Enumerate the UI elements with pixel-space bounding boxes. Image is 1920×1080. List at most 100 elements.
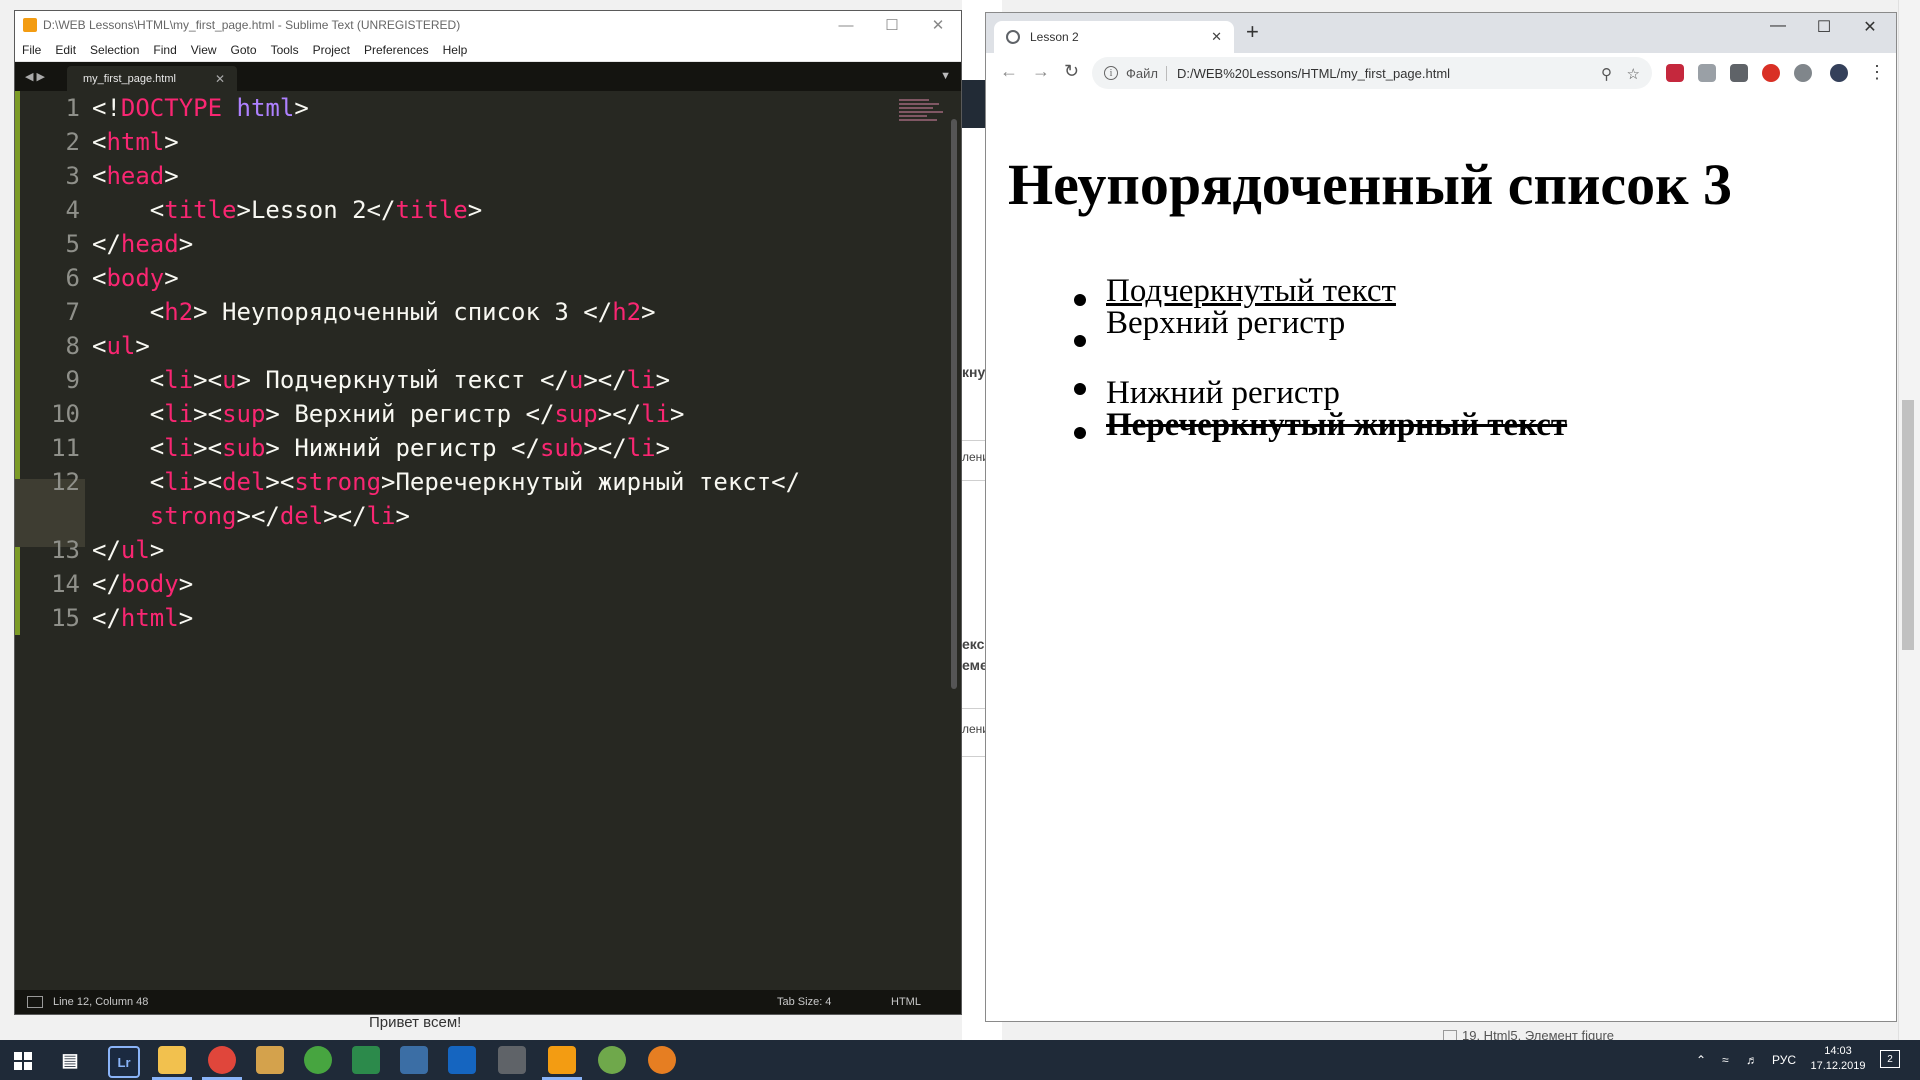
list-item-superscript: Верхний регистр xyxy=(1106,305,1346,341)
page-heading: Неупорядоченный список 3 xyxy=(1008,152,1733,217)
chrome-tabstrip: Lesson 2 ✕ + — ☐ ✕ xyxy=(986,13,1896,53)
status-tab-size[interactable]: Tab Size: 4 xyxy=(777,996,831,1008)
line-number: 6 xyxy=(65,264,80,292)
system-clock[interactable]: 14:03 17.12.2019 xyxy=(1808,1044,1868,1074)
bookmark-star-icon[interactable]: ☆ xyxy=(1627,65,1640,83)
browser-tab[interactable]: Lesson 2 ✕ xyxy=(994,21,1234,53)
menu-find[interactable]: Find xyxy=(146,43,183,57)
background-fragment: екс xyxy=(962,636,985,652)
tab-my-first-page[interactable]: my_first_page.html ✕ xyxy=(67,66,237,92)
extension-gear-icon[interactable] xyxy=(1794,64,1812,82)
status-cursor-position: Line 12, Column 48 xyxy=(53,996,149,1008)
sublime-titlebar[interactable]: D:\WEB Lessons\HTML\my_first_page.html -… xyxy=(15,11,961,39)
minimize-icon[interactable]: — xyxy=(1756,17,1800,35)
panel-toggle-icon[interactable] xyxy=(27,996,43,1008)
app-orange-icon[interactable] xyxy=(648,1046,676,1074)
sublime-tabbar: ◀▶ my_first_page.html ✕ ▼ xyxy=(15,62,961,92)
tab-dropdown-icon[interactable]: ▼ xyxy=(940,70,951,82)
list-bullet xyxy=(1074,294,1086,306)
excel-icon[interactable] xyxy=(352,1046,380,1074)
sublime-window: D:\WEB Lessons\HTML\my_first_page.html -… xyxy=(14,10,962,1015)
menu-help[interactable]: Help xyxy=(436,43,475,57)
editor-scrollbar[interactable] xyxy=(951,119,957,689)
profile-avatar[interactable] xyxy=(1830,64,1848,82)
menu-edit[interactable]: Edit xyxy=(48,43,83,57)
windows-start-icon[interactable] xyxy=(14,1052,32,1070)
menu-file[interactable]: File xyxy=(15,43,48,57)
sublime-text-icon[interactable] xyxy=(548,1046,576,1074)
menu-goto[interactable]: Goto xyxy=(224,43,264,57)
line-number: 7 xyxy=(65,298,80,326)
tab-close-icon[interactable]: ✕ xyxy=(1211,29,1222,45)
sublime-statusbar: Line 12, Column 48 Tab Size: 4 HTML xyxy=(15,990,961,1014)
list-bullet xyxy=(1074,383,1086,395)
list-item-strikethrough-bold: Перечеркнутый жирный текст xyxy=(1106,407,1568,443)
chrome-window: Lesson 2 ✕ + — ☐ ✕ ← → ↻ i Файл D:/WEB%2… xyxy=(985,12,1897,1022)
extension-pdf-icon[interactable] xyxy=(1698,64,1716,82)
app-icon[interactable] xyxy=(256,1046,284,1074)
gutter-modified-marker xyxy=(15,91,20,635)
minimize-icon[interactable]: — xyxy=(823,11,869,39)
line-number: 5 xyxy=(65,230,80,258)
code-editor[interactable]: 1 <!DOCTYPE html> 2 <html> 3 <head> 4 <titl… xyxy=(15,91,961,991)
extension-red-icon[interactable] xyxy=(1666,64,1684,82)
zoom-icon[interactable]: ⚲ xyxy=(1601,65,1612,83)
calculator-icon[interactable] xyxy=(498,1046,526,1074)
status-syntax[interactable]: HTML xyxy=(891,996,921,1008)
tab-nav-arrows-icon[interactable]: ◀▶ xyxy=(25,70,48,83)
minimap[interactable] xyxy=(899,99,943,129)
reload-icon[interactable]: ↻ xyxy=(1064,61,1079,82)
extension-id-icon[interactable] xyxy=(1730,64,1748,82)
volume-icon[interactable]: ♬ xyxy=(1746,1040,1758,1080)
tab-label: my_first_page.html xyxy=(83,73,176,85)
chrome-icon[interactable] xyxy=(208,1046,236,1074)
globe-icon xyxy=(1006,30,1020,44)
utorrent-icon[interactable] xyxy=(304,1046,332,1074)
address-bar[interactable]: i Файл D:/WEB%20Lessons/HTML/my_first_pa… xyxy=(1092,57,1652,89)
new-tab-icon[interactable]: + xyxy=(1246,19,1259,45)
clock-time: 14:03 xyxy=(1824,1045,1852,1057)
android-studio-icon[interactable] xyxy=(598,1046,626,1074)
background-scroll-thumb[interactable] xyxy=(1902,400,1914,650)
menu-project[interactable]: Project xyxy=(306,43,357,57)
line-number: 10 xyxy=(51,400,80,428)
menu-view[interactable]: View xyxy=(184,43,224,57)
info-icon[interactable]: i xyxy=(1104,66,1118,80)
tray-chevron-icon[interactable]: ⌃ xyxy=(1696,1040,1706,1080)
monitor-app-icon[interactable] xyxy=(400,1046,428,1074)
background-greeting: Привет всем! xyxy=(369,1014,462,1031)
windows-taskbar: ▤ Lr ⌃ ≈ ♬ РУС 14:03 17.12.2019 2 xyxy=(0,1040,1920,1080)
line-number: 8 xyxy=(65,332,80,360)
line-number: 15 xyxy=(51,604,80,632)
calendar-app-icon[interactable] xyxy=(448,1046,476,1074)
close-icon[interactable]: ✕ xyxy=(1848,17,1892,37)
clock-date: 17.12.2019 xyxy=(1810,1060,1866,1072)
wifi-icon[interactable]: ≈ xyxy=(1722,1040,1729,1080)
close-icon[interactable]: ✕ xyxy=(915,11,961,39)
line-number: 3 xyxy=(65,162,80,190)
line-number: 11 xyxy=(51,434,80,462)
task-view-icon[interactable]: ▤ xyxy=(56,1046,84,1074)
page-viewport: Неупорядоченный список 3 Подчеркнутый те… xyxy=(986,93,1896,1021)
maximize-icon[interactable]: ☐ xyxy=(1802,17,1846,37)
list-bullet xyxy=(1074,335,1086,347)
list-bullet xyxy=(1074,427,1086,439)
adblock-icon[interactable] xyxy=(1762,64,1780,82)
menu-tools[interactable]: Tools xyxy=(264,43,306,57)
kebab-menu-icon[interactable]: ⋮ xyxy=(1868,62,1886,83)
tab-close-icon[interactable]: ✕ xyxy=(215,72,225,86)
forward-icon[interactable]: → xyxy=(1032,61,1050,82)
line-number: 12 xyxy=(51,468,80,496)
line-number: 9 xyxy=(65,366,80,394)
language-indicator[interactable]: РУС xyxy=(1772,1040,1796,1080)
file-explorer-icon[interactable] xyxy=(158,1046,186,1074)
address-url[interactable]: D:/WEB%20Lessons/HTML/my_first_page.html xyxy=(1177,66,1450,81)
back-icon[interactable]: ← xyxy=(1000,61,1018,82)
address-scheme-label: Файл xyxy=(1126,65,1167,81)
lightroom-icon[interactable]: Lr xyxy=(108,1046,140,1078)
background-fragment: еме xyxy=(962,657,988,673)
maximize-icon[interactable]: ☐ xyxy=(869,11,915,39)
menu-preferences[interactable]: Preferences xyxy=(357,43,436,57)
notification-icon[interactable]: 2 xyxy=(1880,1050,1900,1068)
menu-selection[interactable]: Selection xyxy=(83,43,146,57)
